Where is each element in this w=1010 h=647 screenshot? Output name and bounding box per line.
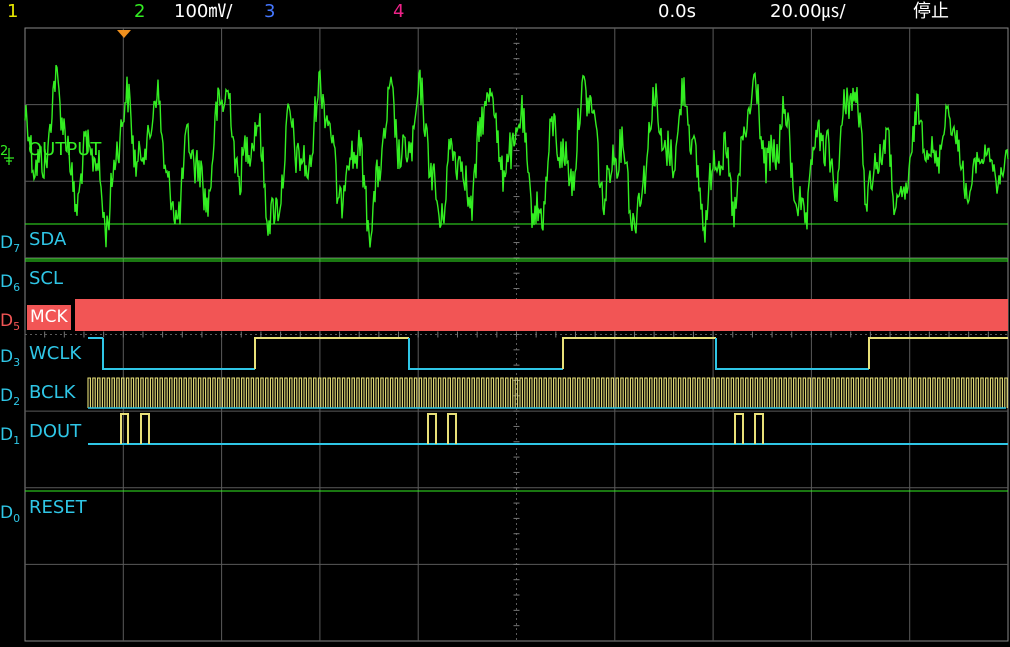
- dout-data-pulse: [140, 413, 150, 444]
- dout-data-pulse: [447, 413, 457, 444]
- dout-data-pulse: [427, 413, 437, 444]
- wclk-trace-high: [254, 337, 409, 369]
- reset-channel-label[interactable]: RESET: [29, 498, 87, 518]
- bclk-channel-label[interactable]: BCLK: [29, 383, 75, 403]
- bclk-trace: [87, 377, 1008, 409]
- ch4-indicator[interactable]: 4: [393, 1, 404, 23]
- output-analog-trace: [24, 64, 1009, 248]
- wclk-trace-low: [408, 338, 563, 370]
- scl-channel-label[interactable]: SCL: [29, 269, 63, 289]
- dout-data-pulse: [754, 413, 764, 444]
- wclk-trace-low: [102, 338, 255, 370]
- dout-channel-label[interactable]: DOUT: [29, 422, 81, 442]
- mck-channel-label[interactable]: MCK: [27, 305, 71, 330]
- d6-tag: D6: [0, 272, 21, 294]
- run-state-indicator[interactable]: 停止: [913, 1, 949, 23]
- wclk-trace-low: [715, 338, 869, 370]
- dout-data-pulse: [120, 413, 129, 444]
- sda-channel-label[interactable]: SDA: [29, 230, 66, 250]
- wclk-trace-high: [868, 337, 1008, 369]
- waveform-display[interactable]: [0, 0, 1010, 647]
- d0-tag: D0: [0, 503, 21, 525]
- d2-tag: D2: [0, 386, 21, 408]
- mck-trace-band: [75, 299, 1008, 331]
- trigger-position-marker: [117, 30, 131, 38]
- time-offset-readout: 0.0s: [658, 1, 697, 22]
- wclk-channel-label[interactable]: WCLK: [29, 344, 81, 364]
- ch2-ground-marker[interactable]: 2: [0, 142, 8, 162]
- d7-tag: D7: [0, 233, 21, 255]
- d3-tag: D3: [0, 347, 21, 369]
- ch1-indicator[interactable]: 1: [7, 1, 18, 23]
- dout-data-pulse: [734, 413, 744, 444]
- wclk-trace-high: [562, 337, 716, 369]
- timebase-readout: 20.00㎲/: [770, 1, 846, 22]
- output-channel-label: OUTPUT: [28, 139, 102, 160]
- status-bar: 1 2 100㎷/ 3 4 0.0s 20.00㎲/ 停止: [0, 0, 1010, 26]
- ch2-indicator[interactable]: 2: [134, 1, 145, 23]
- ch3-indicator[interactable]: 3: [264, 1, 275, 23]
- d1-tag: D1: [0, 425, 21, 447]
- d5-tag: D5: [0, 311, 21, 333]
- ch2-scale-readout: 100㎷/: [174, 1, 233, 22]
